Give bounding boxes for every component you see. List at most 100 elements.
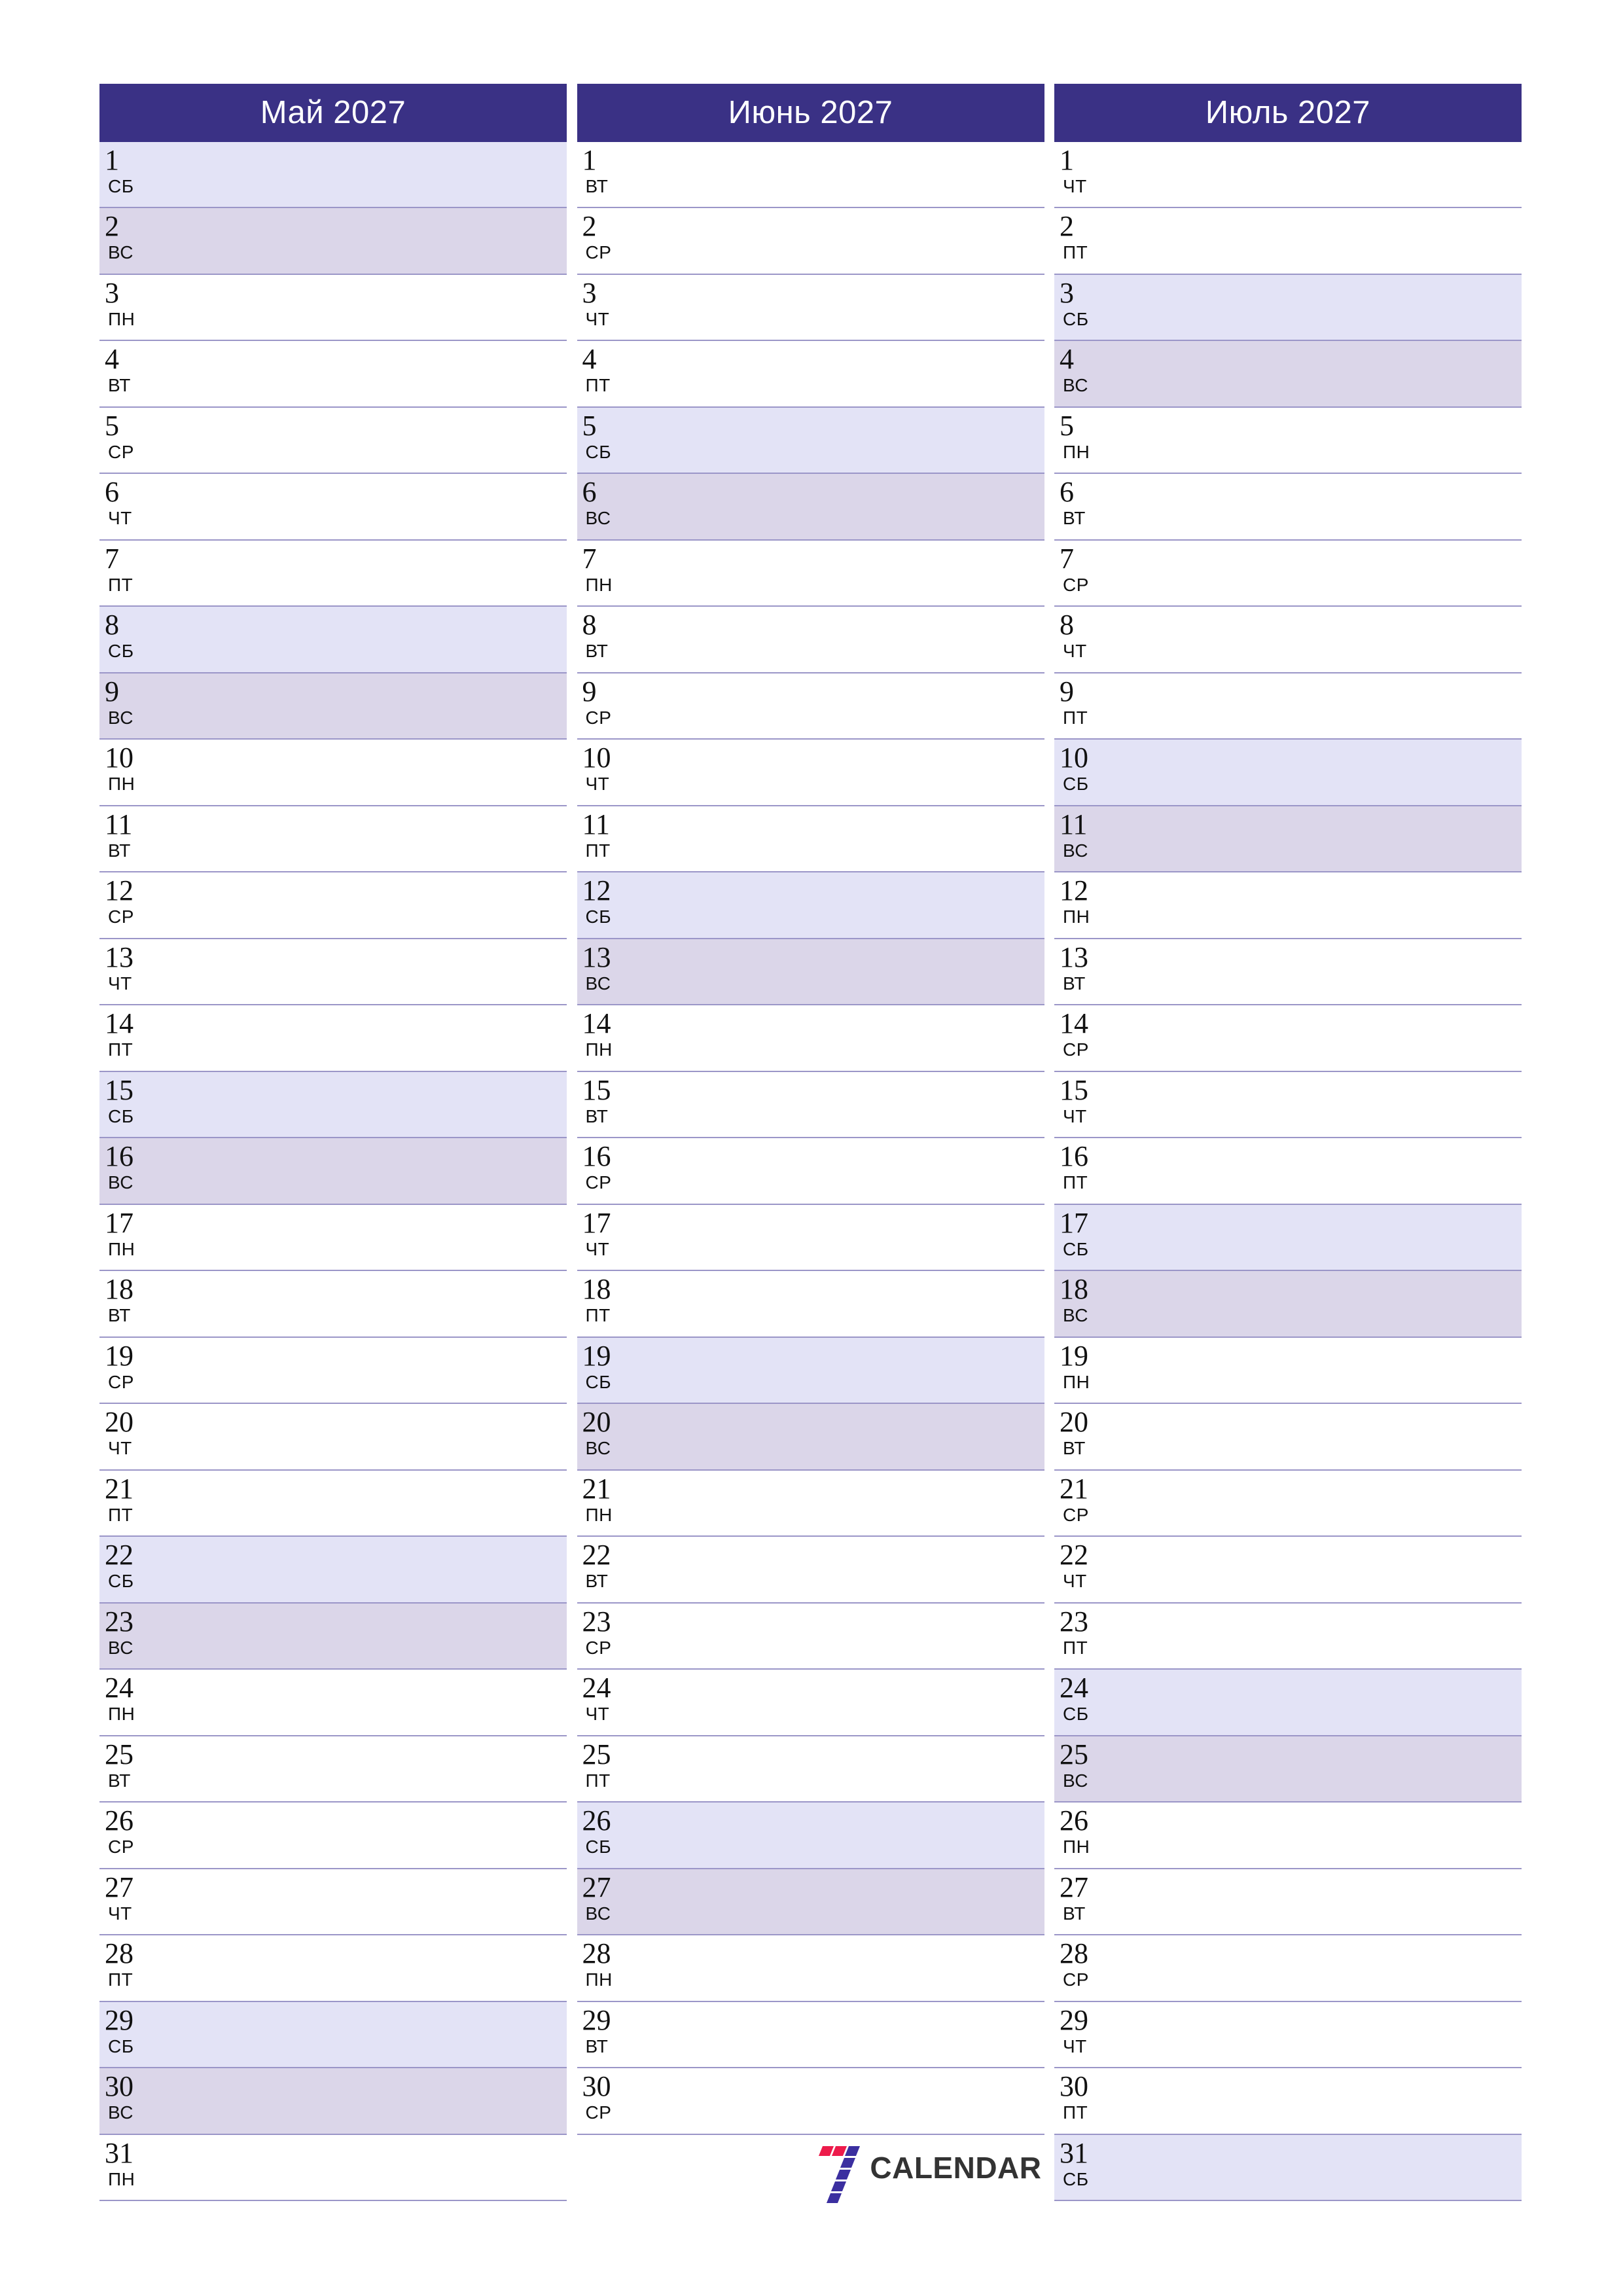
- day-row[interactable]: 6 ВТ: [1054, 474, 1522, 541]
- day-row[interactable]: 28 ПН: [577, 1935, 1044, 2002]
- day-row[interactable]: 24 ПН: [99, 1670, 567, 1736]
- day-row[interactable]: 11 ВТ: [99, 806, 567, 872]
- day-row[interactable]: 29 ЧТ: [1054, 2001, 1522, 2068]
- day-row[interactable]: 15 СБ: [99, 1071, 567, 1138]
- day-row[interactable]: 24 ЧТ: [577, 1670, 1044, 1736]
- day-row[interactable]: 7 ПТ: [99, 540, 567, 607]
- day-row[interactable]: 6 ВС: [577, 474, 1044, 541]
- day-weekday-abbr: ПН: [108, 774, 135, 794]
- day-weekday-abbr: ВС: [585, 508, 611, 528]
- day-row[interactable]: 13 ЧТ: [99, 939, 567, 1005]
- day-row[interactable]: 23 ПТ: [1054, 1603, 1522, 1670]
- day-weekday-abbr: ЧТ: [585, 308, 610, 329]
- day-row[interactable]: 25 ПТ: [577, 1736, 1044, 1803]
- day-row[interactable]: 21 СР: [1054, 1470, 1522, 1537]
- day-row[interactable]: 7 СР: [1054, 540, 1522, 607]
- day-row[interactable]: 24 СБ: [1054, 1670, 1522, 1736]
- day-row[interactable]: 5 СР: [99, 407, 567, 474]
- day-row[interactable]: 10 ПН: [99, 740, 567, 806]
- day-row[interactable]: 14 ПН: [577, 1005, 1044, 1072]
- day-row[interactable]: 30 ПТ: [1054, 2068, 1522, 2135]
- day-row[interactable]: 22 СБ: [99, 1537, 567, 1604]
- day-row[interactable]: 8 ЧТ: [1054, 607, 1522, 673]
- day-row[interactable]: 22 ЧТ: [1054, 1537, 1522, 1604]
- day-row[interactable]: 17 СБ: [1054, 1204, 1522, 1271]
- day-row[interactable]: 30 СР: [577, 2068, 1044, 2135]
- day-row[interactable]: 1 ЧТ: [1054, 141, 1522, 208]
- day-row[interactable]: 25 ВС: [1054, 1736, 1522, 1803]
- day-row[interactable]: 20 ВС: [577, 1404, 1044, 1471]
- day-number: 1: [105, 143, 119, 176]
- day-row[interactable]: 25 ВТ: [99, 1736, 567, 1803]
- day-row[interactable]: 30 ВС: [99, 2068, 567, 2135]
- day-row[interactable]: 9 СР: [577, 673, 1044, 740]
- day-row[interactable]: 31 СБ: [1054, 2134, 1522, 2201]
- day-row[interactable]: 18 ПТ: [577, 1271, 1044, 1338]
- day-row[interactable]: 3 СБ: [1054, 274, 1522, 341]
- day-row[interactable]: 16 СР: [577, 1138, 1044, 1205]
- day-row[interactable]: 27 ВТ: [1054, 1869, 1522, 1935]
- day-row[interactable]: 9 ВС: [99, 673, 567, 740]
- day-row[interactable]: 11 ВС: [1054, 806, 1522, 872]
- day-row[interactable]: 6 ЧТ: [99, 474, 567, 541]
- day-weekday-abbr: ВТ: [585, 175, 609, 196]
- day-row[interactable]: 15 ВТ: [577, 1071, 1044, 1138]
- day-row[interactable]: 15 ЧТ: [1054, 1071, 1522, 1138]
- day-row[interactable]: 21 ПТ: [99, 1470, 567, 1537]
- day-row[interactable]: 5 ПН: [1054, 407, 1522, 474]
- day-row[interactable]: 1 СБ: [99, 141, 567, 208]
- day-weekday-abbr: СБ: [585, 1371, 612, 1392]
- day-row[interactable]: 21 ПН: [577, 1470, 1044, 1537]
- day-row[interactable]: 27 ВС: [577, 1869, 1044, 1935]
- day-row[interactable]: 20 ВТ: [1054, 1404, 1522, 1471]
- day-row[interactable]: 22 ВТ: [577, 1537, 1044, 1604]
- day-row[interactable]: 16 ВС: [99, 1138, 567, 1205]
- day-row[interactable]: 2 СР: [577, 208, 1044, 275]
- day-row[interactable]: 18 ВТ: [99, 1271, 567, 1338]
- day-row[interactable]: 28 ПТ: [99, 1935, 567, 2002]
- day-row[interactable]: 1 ВТ: [577, 141, 1044, 208]
- day-row[interactable]: 16 ПТ: [1054, 1138, 1522, 1205]
- day-row[interactable]: 12 СБ: [577, 872, 1044, 939]
- day-row[interactable]: 5 СБ: [577, 407, 1044, 474]
- day-row[interactable]: 3 ЧТ: [577, 274, 1044, 341]
- day-row[interactable]: 13 ВТ: [1054, 939, 1522, 1005]
- day-row[interactable]: 20 ЧТ: [99, 1404, 567, 1471]
- day-row[interactable]: 19 ПН: [1054, 1337, 1522, 1404]
- day-row[interactable]: 8 ВТ: [577, 607, 1044, 673]
- day-row[interactable]: 11 ПТ: [577, 806, 1044, 872]
- day-row[interactable]: 23 ВС: [99, 1603, 567, 1670]
- day-weekday-abbr: ПТ: [1063, 1637, 1088, 1658]
- day-row[interactable]: 19 СР: [99, 1337, 567, 1404]
- day-row[interactable]: 14 ПТ: [99, 1005, 567, 1072]
- day-row[interactable]: 12 ПН: [1054, 872, 1522, 939]
- day-row[interactable]: 31 ПН: [99, 2134, 567, 2201]
- day-row[interactable]: 26 СБ: [577, 1803, 1044, 1869]
- day-row[interactable]: 12 СР: [99, 872, 567, 939]
- day-row[interactable]: 13 ВС: [577, 939, 1044, 1005]
- day-row[interactable]: 29 СБ: [99, 2001, 567, 2068]
- day-row[interactable]: 4 ВТ: [99, 341, 567, 408]
- day-row[interactable]: 26 ПН: [1054, 1803, 1522, 1869]
- day-row[interactable]: 19 СБ: [577, 1337, 1044, 1404]
- day-row[interactable]: 9 ПТ: [1054, 673, 1522, 740]
- day-row[interactable]: 23 СР: [577, 1603, 1044, 1670]
- day-row[interactable]: 7 ПН: [577, 540, 1044, 607]
- day-row[interactable]: 2 ВС: [99, 208, 567, 275]
- day-row[interactable]: 4 ПТ: [577, 341, 1044, 408]
- day-row[interactable]: 17 ЧТ: [577, 1204, 1044, 1271]
- day-row[interactable]: 17 ПН: [99, 1204, 567, 1271]
- day-row[interactable]: 28 СР: [1054, 1935, 1522, 2002]
- day-row[interactable]: 4 ВС: [1054, 341, 1522, 408]
- day-weekday-abbr: СБ: [108, 1105, 134, 1126]
- day-row[interactable]: 26 СР: [99, 1803, 567, 1869]
- day-row[interactable]: 18 ВС: [1054, 1271, 1522, 1338]
- day-row[interactable]: 27 ЧТ: [99, 1869, 567, 1935]
- day-row[interactable]: 10 ЧТ: [577, 740, 1044, 806]
- day-row[interactable]: 29 ВТ: [577, 2001, 1044, 2068]
- day-row[interactable]: 14 СР: [1054, 1005, 1522, 1072]
- day-row[interactable]: 3 ПН: [99, 274, 567, 341]
- day-row[interactable]: 2 ПТ: [1054, 208, 1522, 275]
- day-row[interactable]: 10 СБ: [1054, 740, 1522, 806]
- day-row[interactable]: 8 СБ: [99, 607, 567, 673]
